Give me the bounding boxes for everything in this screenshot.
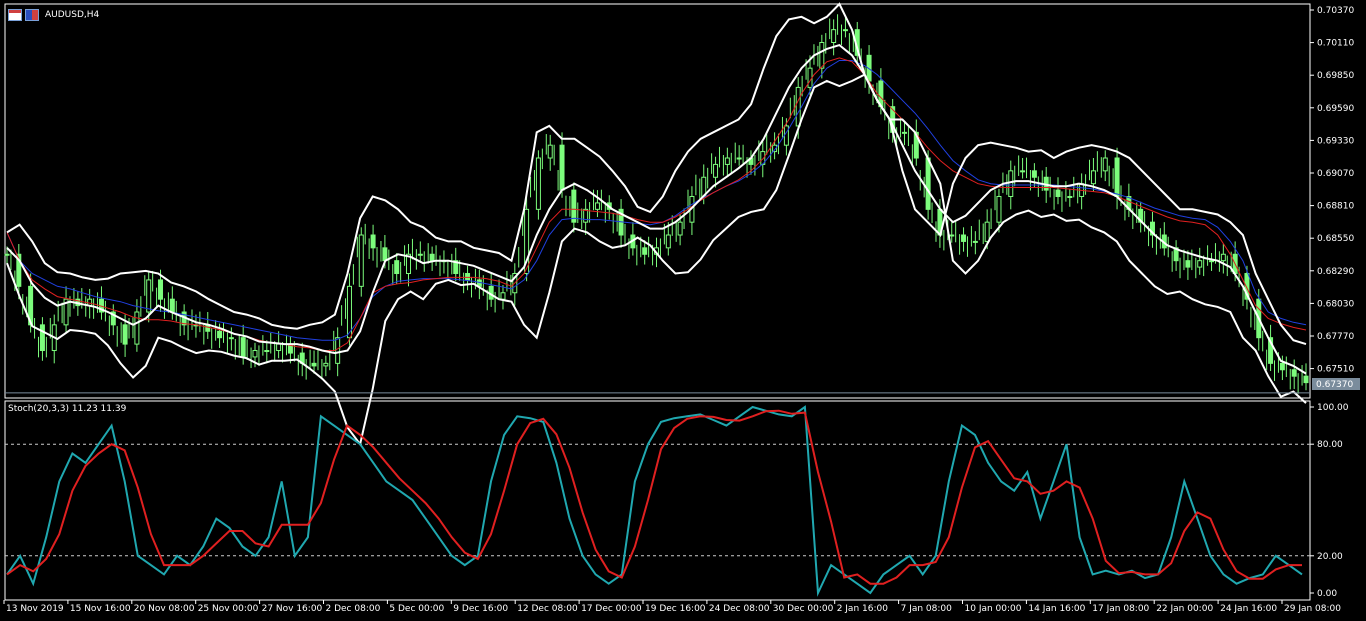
time-tick-label: 14 Jan 16:00 [1028,604,1085,614]
time-tick-label: 5 Dec 00:00 [389,604,444,614]
stochastic-tick-label: 0.00 [1317,589,1337,599]
stochastic-tick-label: 80.00 [1317,440,1343,450]
stochastic-tick-label: 100.00 [1317,403,1349,413]
time-tick-label: 27 Nov 16:00 [262,604,323,614]
price-tick-label: 0.68030 [1317,299,1354,309]
price-tick-label: 0.68810 [1317,202,1354,212]
time-tick-label: 2 Dec 08:00 [326,604,381,614]
time-tick-label: 17 Dec 00:00 [581,604,642,614]
price-tick-label: 0.70110 [1317,39,1354,49]
chart-window-icon[interactable] [8,9,22,21]
price-tick-label: 0.69850 [1317,71,1354,81]
price-tick-label: 0.67510 [1317,365,1354,375]
price-tick-label: 0.69590 [1317,104,1354,114]
time-tick-label: 7 Jan 08:00 [901,604,953,614]
current-price-label: 0.67370 [1316,380,1353,390]
time-tick-label: 24 Jan 16:00 [1220,604,1277,614]
time-tick-label: 19 Dec 16:00 [645,604,706,614]
price-tick-label: 0.68290 [1317,267,1354,277]
price-tick-label: 0.70370 [1317,6,1354,16]
symbol-label: AUDUSD,H4 [45,10,100,20]
stochastic-tick-label: 20.00 [1317,552,1343,562]
price-tick-label: 0.69330 [1317,136,1354,146]
chart-canvas[interactable]: 0.70370 0.70110 0.69850 0.69590 0.69330 0.690… [0,0,1366,621]
time-tick-label: 25 Nov 00:00 [198,604,259,614]
price-tick-label: 0.68550 [1317,234,1354,244]
time-tick-label: 2 Jan 16:00 [837,604,889,614]
time-tick-label: 9 Dec 16:00 [453,604,508,614]
time-tick-label: 30 Dec 00:00 [773,604,834,614]
time-tick-label: 10 Jan 00:00 [965,604,1022,614]
stochastic-label: Stoch(20,3,3) 11.23 11.39 [8,404,127,414]
flag-icon [25,9,39,21]
time-tick-label: 12 Dec 08:00 [517,604,578,614]
time-tick-label: 20 Nov 08:00 [134,604,195,614]
price-tick-label: 0.69070 [1317,169,1354,179]
time-tick-label: 22 Jan 00:00 [1156,604,1213,614]
time-tick-label: 13 Nov 2019 [6,604,64,614]
price-tick-label: 0.67770 [1317,332,1354,342]
time-tick-label: 15 Nov 16:00 [70,604,131,614]
time-tick-label: 29 Jan 08:00 [1284,604,1341,614]
time-tick-label: 17 Jan 08:00 [1092,604,1149,614]
time-tick-label: 24 Dec 08:00 [709,604,770,614]
chart-title-bar: AUDUSD,H4 [8,9,99,21]
